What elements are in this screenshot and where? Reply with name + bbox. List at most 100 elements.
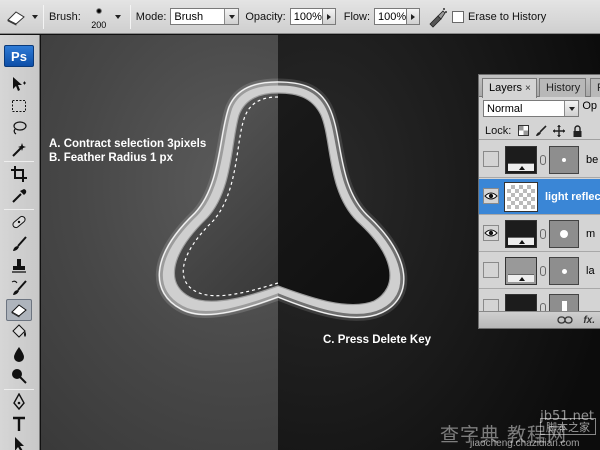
magic-wand-icon <box>12 143 26 157</box>
brush-label: Brush: <box>49 10 81 23</box>
watermark-box: 脚本之家 <box>540 418 596 435</box>
marquee-tool[interactable] <box>6 95 32 117</box>
divider <box>129 4 131 29</box>
layer-mask-thumbnail[interactable] <box>549 146 579 174</box>
brush-tip-icon <box>95 7 102 14</box>
dodge-tool[interactable] <box>6 365 32 387</box>
eraser-icon <box>11 304 27 318</box>
layer-mask-thumbnail[interactable] <box>549 220 579 248</box>
lock-pixels-icon[interactable] <box>535 124 547 137</box>
move-tool[interactable] <box>6 73 32 95</box>
layer-mask-thumbnail[interactable] <box>549 257 579 285</box>
tab-history[interactable]: History <box>539 78 587 97</box>
eyedropper-tool[interactable] <box>6 185 32 207</box>
flow-slider-button[interactable] <box>407 8 421 25</box>
annotation-contract: A. Contract selection 3pixels <box>49 138 207 150</box>
blend-mode-select[interactable]: Normal <box>483 100 580 117</box>
tab-layers[interactable]: Layers × <box>482 78 537 98</box>
opacity-label: Opacity: <box>245 10 286 23</box>
close-icon[interactable]: × <box>525 83 531 94</box>
blur-tool[interactable] <box>6 343 32 365</box>
layers-panel: Layers× History P Normal Op Lock: <box>478 74 600 329</box>
panel-tabs: Layers× History P <box>479 75 600 98</box>
divider <box>43 4 44 29</box>
toolbox-divider <box>4 209 34 210</box>
triangle-right-icon <box>326 13 331 20</box>
lock-position-icon[interactable] <box>553 124 566 137</box>
layer-row[interactable]: la <box>479 253 600 289</box>
clone-stamp-icon <box>12 259 26 273</box>
opacity-slider-button[interactable] <box>322 8 336 25</box>
paint-bucket-icon <box>12 324 26 338</box>
brush-icon <box>13 236 27 251</box>
panel-footer: fx. <box>479 311 600 328</box>
fx-button[interactable]: fx. <box>583 315 595 326</box>
visibility-toggle[interactable] <box>483 225 499 241</box>
mode-label: Mode: <box>135 10 167 23</box>
annotation-feather: B. Feather Radius 1 px <box>49 152 173 164</box>
lasso-icon <box>13 121 27 135</box>
layers-list: be light reflec m la <box>479 142 600 312</box>
history-brush-tool[interactable] <box>6 277 32 299</box>
eye-icon <box>484 229 498 237</box>
watermark-url: jiaocheng.chazidian.com <box>470 438 580 449</box>
tab-paths[interactable]: P <box>590 78 600 97</box>
chain-link-icon[interactable] <box>540 229 546 239</box>
healing-brush-tool[interactable] <box>6 211 32 233</box>
layer-row-selected[interactable]: light reflec <box>479 179 600 215</box>
brush-preset-picker[interactable]: 200 <box>85 2 113 32</box>
healing-brush-icon <box>12 215 26 229</box>
erase-to-history-checkbox[interactable] <box>452 10 465 23</box>
layer-thumbnail <box>505 146 537 174</box>
tool-preset-picker[interactable] <box>4 4 38 30</box>
visibility-toggle[interactable] <box>483 188 499 204</box>
layer-row[interactable]: m <box>479 216 600 252</box>
link-layers-icon[interactable] <box>557 316 573 324</box>
paint-bucket-tool[interactable] <box>6 321 32 343</box>
lasso-tool[interactable] <box>6 117 32 139</box>
toolbox-divider <box>4 389 34 390</box>
flow-input[interactable]: 100% <box>374 8 408 25</box>
opacity-input[interactable]: 100% <box>289 8 323 25</box>
toolbox: Ps <box>0 35 40 450</box>
history-brush-icon <box>11 280 27 295</box>
chain-link-icon[interactable] <box>540 155 546 165</box>
photoshop-logo[interactable]: Ps <box>4 45 34 67</box>
lock-all-icon[interactable] <box>571 124 583 137</box>
path-selection-tool[interactable] <box>6 433 32 450</box>
type-tool[interactable] <box>6 413 32 435</box>
layer-mask-thumbnail[interactable] <box>549 294 579 312</box>
blend-mode-value: Normal <box>487 102 523 115</box>
layer-thumbnail <box>505 220 537 248</box>
erase-to-history-label: Erase to History <box>468 10 547 23</box>
brush-tool[interactable] <box>6 233 32 255</box>
lock-label: Lock: <box>485 124 512 137</box>
layer-thumbnail <box>504 182 538 212</box>
visibility-toggle[interactable] <box>483 262 499 278</box>
path-selection-icon <box>15 437 24 450</box>
eraser-tool[interactable] <box>6 299 32 321</box>
layer-row[interactable]: be <box>479 142 600 178</box>
triangle-right-icon <box>411 13 416 20</box>
visibility-toggle[interactable] <box>483 151 499 167</box>
mode-select[interactable]: Brush <box>170 8 240 25</box>
chain-link-icon[interactable] <box>540 266 546 276</box>
layer-name: m <box>586 228 596 240</box>
eye-icon <box>484 192 498 200</box>
brush-dropdown-arrow[interactable] <box>114 14 121 19</box>
eraser-icon <box>6 10 25 26</box>
layer-row[interactable] <box>479 290 600 312</box>
marquee-icon <box>12 100 26 112</box>
lock-transparent-icon[interactable] <box>517 125 529 137</box>
crop-tool[interactable] <box>6 163 32 185</box>
pen-icon <box>13 393 25 411</box>
tab-layers-label: Layers <box>489 82 523 94</box>
chevron-down-icon <box>224 9 239 24</box>
magic-wand-tool[interactable] <box>6 139 32 161</box>
airbrush-icon[interactable] <box>426 6 448 28</box>
clone-stamp-tool[interactable] <box>6 255 32 277</box>
pen-tool[interactable] <box>6 391 32 413</box>
crop-icon <box>11 166 27 182</box>
blend-row: Normal Op <box>483 100 597 117</box>
brush-size: 200 <box>91 19 107 30</box>
